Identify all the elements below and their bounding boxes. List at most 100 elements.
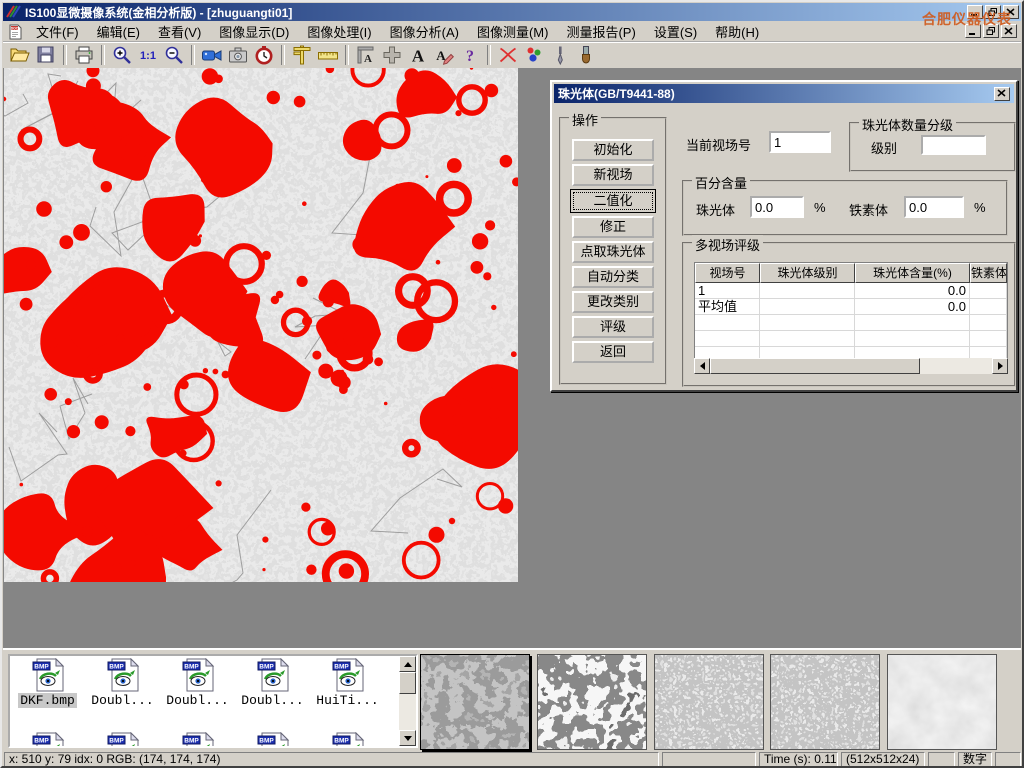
dialog-title-bar[interactable]: 珠光体(GB/T9441-88): [554, 84, 1014, 103]
arrow-down-icon: [404, 736, 412, 741]
menu-image-processing[interactable]: 图像处理(I): [298, 20, 380, 43]
table-row[interactable]: 平均值 0.0: [695, 299, 1007, 315]
video-camera-icon: [201, 44, 223, 66]
level-input[interactable]: [921, 135, 986, 155]
file-item[interactable]: BMPDoubl...: [235, 658, 310, 708]
rate-button[interactable]: 评级: [572, 316, 654, 338]
col-pearlite-grade[interactable]: 珠光体级别: [760, 263, 855, 283]
table-hscrollbar[interactable]: [694, 358, 1008, 374]
child-close-button[interactable]: [1001, 24, 1017, 38]
scroll-down-button[interactable]: [399, 730, 416, 746]
change-class-button[interactable]: 更改类别: [572, 291, 654, 313]
scroll-left-button[interactable]: [694, 358, 710, 374]
scroll-right-button[interactable]: [992, 358, 1008, 374]
table-row[interactable]: 1 0.0: [695, 283, 1007, 299]
operation-group: 操作 初始化 新视场 二值化 修正 点取珠光体 自动分类 更改类别 评级 返回: [559, 117, 667, 385]
init-button[interactable]: 初始化: [572, 139, 654, 161]
toolbar-annotate-button[interactable]: A: [431, 43, 457, 67]
menu-view[interactable]: 查看(V): [149, 20, 210, 43]
level-label: 级别: [871, 138, 897, 157]
pick-pearlite-button[interactable]: 点取珠光体: [572, 241, 654, 263]
thumbnail-5[interactable]: [887, 654, 997, 750]
file-list-row2: BMPBMPBMPBMPBMP: [10, 732, 385, 748]
svg-text:BMP: BMP: [109, 738, 124, 745]
menu-measure-report[interactable]: 测量报告(P): [557, 20, 644, 43]
menu-image-analysis[interactable]: 图像分析(A): [381, 20, 468, 43]
thumbnail-3[interactable]: [654, 654, 764, 750]
hscroll-thumb[interactable]: [710, 358, 920, 374]
auto-classify-button[interactable]: 自动分类: [572, 266, 654, 288]
arrow-up-icon: [404, 662, 412, 667]
thumbnail-4[interactable]: [770, 654, 880, 750]
file-item[interactable]: BMPDKF.bmp: [10, 658, 85, 708]
toolbar-print-button[interactable]: [71, 43, 97, 67]
menu-help[interactable]: 帮助(H): [706, 20, 768, 43]
menu-file[interactable]: 文件(F): [27, 20, 88, 43]
child-close-icon: [1004, 27, 1014, 36]
title-bar[interactable]: IS100显微摄像系统(金相分析版) - [zhuguangti01]: [3, 3, 1021, 21]
toolbar-pen-button[interactable]: [547, 43, 573, 67]
toolbar-grid-button[interactable]: [379, 43, 405, 67]
return-button[interactable]: 返回: [572, 341, 654, 363]
thumbnail-1[interactable]: [420, 654, 530, 750]
toolbar-ruler-button[interactable]: [315, 43, 341, 67]
toolbar-zoom-in-button[interactable]: [109, 43, 135, 67]
child-restore-button[interactable]: [983, 24, 999, 38]
file-item[interactable]: BMP: [310, 732, 385, 748]
toolbar-brush-button[interactable]: [573, 43, 599, 67]
app-icon: [5, 4, 21, 20]
file-list[interactable]: BMPDKF.bmpBMPDoubl...BMPDoubl...BMPDoubl…: [8, 654, 418, 748]
minimize-button[interactable]: [967, 5, 983, 19]
col-field-no[interactable]: 视场号: [695, 263, 760, 283]
percent-group: 百分含量 珠光体 % 铁素体 %: [682, 180, 1008, 236]
correct-button[interactable]: 修正: [572, 216, 654, 238]
svg-text:BMP: BMP: [109, 664, 124, 671]
toolbar-text-button[interactable]: A: [405, 43, 431, 67]
svg-text:BMP: BMP: [184, 664, 199, 671]
file-item[interactable]: BMP: [85, 732, 160, 748]
file-item[interactable]: BMPHuiTi...: [310, 658, 385, 708]
toolbar-open-button[interactable]: [7, 43, 33, 67]
file-item[interactable]: BMP: [235, 732, 310, 748]
pearlite-percent-input[interactable]: [750, 196, 804, 218]
col-pearlite-content[interactable]: 珠光体含量(%): [855, 263, 970, 283]
toolbar-help-button[interactable]: ?: [457, 43, 483, 67]
new-field-button[interactable]: 新视场: [572, 164, 654, 186]
thumbnail-2[interactable]: [537, 654, 647, 750]
dialog-close-button[interactable]: [994, 87, 1010, 101]
child-minimize-button[interactable]: [965, 24, 981, 38]
current-field-input[interactable]: [769, 131, 831, 153]
toolbar-actual-size-button[interactable]: 1:1: [135, 43, 161, 67]
toolbar-snapshot-button[interactable]: [225, 43, 251, 67]
toolbar-measure-text-button[interactable]: A: [353, 43, 379, 67]
col-ferrite-content[interactable]: 铁素体含量(%): [970, 263, 1007, 283]
toolbar-video-camera-button[interactable]: [199, 43, 225, 67]
file-item[interactable]: BMP: [10, 732, 85, 748]
ferrite-percent-input[interactable]: [904, 196, 964, 218]
toolbar-curve-button[interactable]: [495, 43, 521, 67]
file-list-vscrollbar[interactable]: [399, 656, 416, 746]
toolbar-separator: [63, 45, 67, 65]
close-button[interactable]: [1003, 5, 1019, 19]
scroll-up-button[interactable]: [399, 656, 416, 672]
svg-text:BMP: BMP: [259, 664, 274, 671]
hscroll-track[interactable]: [920, 358, 992, 374]
micro-image[interactable]: [4, 68, 518, 582]
toolbar-color-marks-button[interactable]: [521, 43, 547, 67]
toolbar-save-button[interactable]: [33, 43, 59, 67]
child-restore-icon: [986, 27, 996, 36]
row-ferrite: [970, 299, 1007, 315]
file-item[interactable]: BMPDoubl...: [85, 658, 160, 708]
menu-image-display[interactable]: 图像显示(D): [210, 20, 298, 43]
menu-edit[interactable]: 编辑(E): [88, 20, 149, 43]
file-item[interactable]: BMPDoubl...: [160, 658, 235, 708]
menu-settings[interactable]: 设置(S): [645, 20, 706, 43]
binarize-button[interactable]: 二值化: [570, 189, 656, 213]
menu-image-measure[interactable]: 图像测量(M): [468, 20, 558, 43]
toolbar-caliper-button[interactable]: [289, 43, 315, 67]
restore-button[interactable]: [985, 5, 1001, 19]
file-item[interactable]: BMP: [160, 732, 235, 748]
vscroll-thumb[interactable]: [399, 672, 416, 694]
toolbar-timer-button[interactable]: [251, 43, 277, 67]
toolbar-zoom-out-button[interactable]: [161, 43, 187, 67]
